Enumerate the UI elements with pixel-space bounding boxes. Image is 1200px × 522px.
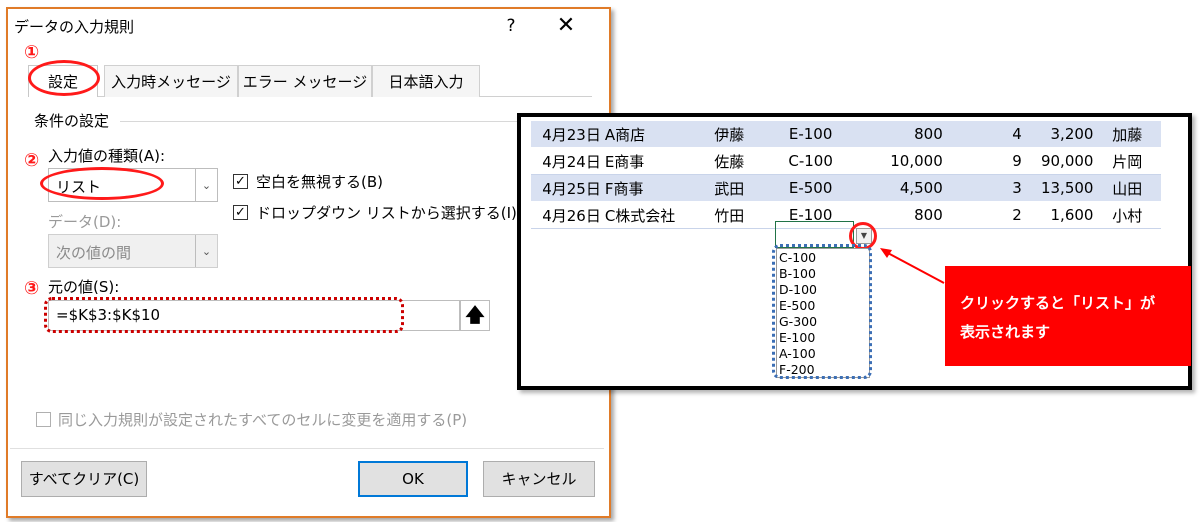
close-button[interactable]: ✕ xyxy=(551,13,581,39)
highlight-ring-allow xyxy=(40,167,164,200)
amount-cell[interactable]: 1,600 xyxy=(1021,201,1094,229)
code-cell[interactable]: E-100 xyxy=(775,121,846,148)
data-select-value: 次の値の間 xyxy=(56,244,132,262)
code-cell[interactable]: E-500 xyxy=(775,174,846,202)
price-cell[interactable]: 10,000 xyxy=(845,147,943,175)
cancel-button[interactable]: キャンセル xyxy=(483,461,595,497)
dialog-title: データの入力規則 xyxy=(14,18,135,36)
qty-cell[interactable]: 9 xyxy=(942,147,1022,175)
rep-cell[interactable]: 竹田 xyxy=(714,201,776,229)
table-row: 4月25日 F商事 武田 E-500 4,500 3 13,500 山田 xyxy=(531,174,1161,202)
staff-cell[interactable]: 片岡 xyxy=(1093,147,1161,175)
step-marker-3: ③ xyxy=(24,278,40,299)
callout-text-line2: 表示されます xyxy=(960,323,1051,341)
section-heading: 条件の設定 xyxy=(34,112,110,130)
tab-ime-mode[interactable]: 日本語入力 xyxy=(372,65,480,97)
step-marker-2: ② xyxy=(24,150,40,171)
qty-cell[interactable]: 3 xyxy=(942,174,1022,202)
rep-cell[interactable]: 伊藤 xyxy=(714,121,776,148)
footer-divider xyxy=(10,448,604,449)
callout-text-line1: クリックすると「リスト」が xyxy=(960,294,1156,312)
price-cell[interactable]: 800 xyxy=(845,121,943,148)
rep-cell[interactable]: 武田 xyxy=(714,174,776,202)
price-cell[interactable]: 4,500 xyxy=(845,174,943,202)
code-cell[interactable]: C-100 xyxy=(775,147,846,175)
rep-cell[interactable]: 佐藤 xyxy=(714,147,776,175)
ignore-blank-label: 空白を無視する(B) xyxy=(256,173,383,191)
clear-all-button[interactable]: すべてクリア(C) xyxy=(21,461,147,497)
tab-input-message[interactable]: 入力時メッセージ xyxy=(104,65,238,97)
customer-cell[interactable]: A商店 xyxy=(604,121,715,148)
amount-cell[interactable]: 90,000 xyxy=(1021,147,1094,175)
tab-error-message[interactable]: エラー メッセージ xyxy=(238,65,372,97)
apply-all-label: 同じ入力規則が設定されたすべてのセルに変更を適用する(P) xyxy=(58,411,468,429)
step-marker-1: ① xyxy=(24,42,40,63)
help-button[interactable]: ? xyxy=(496,13,526,39)
date-cell[interactable]: 4月23日 xyxy=(531,121,605,148)
sales-table: 4月23日 A商店 伊藤 E-100 800 4 3,200 加藤 4月24日 … xyxy=(531,121,1161,229)
ok-button[interactable]: OK xyxy=(358,461,468,497)
in-cell-dropdown-label: ドロップダウン リストから選択する(I) xyxy=(256,204,517,222)
staff-cell[interactable]: 山田 xyxy=(1093,174,1161,202)
date-cell[interactable]: 4月25日 xyxy=(531,174,605,202)
amount-cell[interactable]: 13,500 xyxy=(1021,174,1094,202)
ignore-blank-checkbox[interactable]: ✓ xyxy=(233,174,248,189)
arrow-up-icon: 🡅 xyxy=(465,304,485,326)
highlight-box-dropdown xyxy=(772,244,872,379)
apply-all-checkbox xyxy=(36,412,51,427)
customer-cell[interactable]: C株式会社 xyxy=(604,201,715,229)
qty-cell[interactable]: 4 xyxy=(942,121,1022,148)
amount-cell[interactable]: 3,200 xyxy=(1021,121,1094,148)
data-label: データ(D): xyxy=(48,213,122,231)
highlight-box-source xyxy=(44,297,404,333)
allow-label: 入力値の種類(A): xyxy=(48,147,166,165)
chevron-down-icon: ⌄ xyxy=(195,235,217,267)
in-cell-dropdown-checkbox[interactable]: ✓ xyxy=(233,205,248,220)
callout-box xyxy=(945,266,1191,366)
table-row: 4月23日 A商店 伊藤 E-100 800 4 3,200 加藤 xyxy=(531,121,1161,148)
qty-cell[interactable]: 2 xyxy=(942,201,1022,229)
chevron-down-icon[interactable]: ⌄ xyxy=(195,169,217,201)
range-select-button[interactable]: 🡅 xyxy=(460,300,490,331)
table-row: 4月24日 E商事 佐藤 C-100 10,000 9 90,000 片岡 xyxy=(531,147,1161,175)
date-cell[interactable]: 4月26日 xyxy=(531,201,605,229)
highlight-ring-tab xyxy=(28,60,100,96)
source-label: 元の値(S): xyxy=(48,278,120,296)
customer-cell[interactable]: F商事 xyxy=(604,174,715,202)
staff-cell[interactable]: 小村 xyxy=(1093,201,1161,229)
staff-cell[interactable]: 加藤 xyxy=(1093,121,1161,148)
customer-cell[interactable]: E商事 xyxy=(604,147,715,175)
date-cell[interactable]: 4月24日 xyxy=(531,147,605,175)
